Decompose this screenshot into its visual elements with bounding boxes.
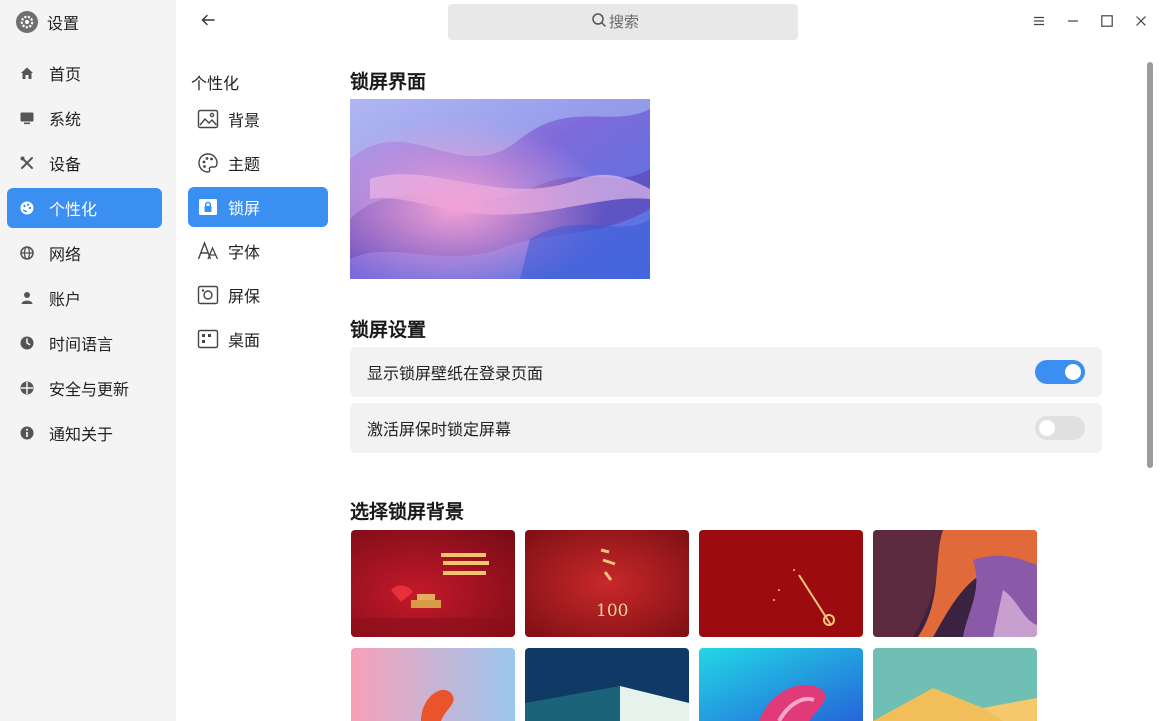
- show-wallpaper-login-toggle[interactable]: [1035, 360, 1085, 384]
- sidebar-item-label: 通知关于: [49, 425, 114, 444]
- search-input[interactable]: [609, 13, 655, 31]
- shield-icon: [19, 380, 35, 396]
- sidebar-item-label: 网络: [49, 245, 82, 264]
- sidebar-item-personalization[interactable]: 个性化: [7, 188, 162, 228]
- setting-lock-on-screensaver: 激活屏保时锁定屏幕: [350, 403, 1102, 453]
- sidebar-item-label: 账户: [49, 290, 82, 309]
- subnav-item-label: 背景: [228, 111, 261, 130]
- sidebar-item-label: 首页: [49, 65, 82, 84]
- search-box[interactable]: [448, 4, 798, 40]
- subnav-title: 个性化: [191, 74, 240, 93]
- wallpaper-thumbnail[interactable]: [351, 648, 515, 721]
- info-icon: [19, 425, 35, 441]
- wallpaper-thumbnail[interactable]: [699, 530, 863, 637]
- sidebar-item-account[interactable]: 账户: [7, 278, 162, 318]
- subnav-item-lockscreen[interactable]: 锁屏: [188, 187, 328, 227]
- wallpaper-thumbnail[interactable]: [351, 530, 515, 637]
- sidebar: 设置 首页 系统 设备 个性化 网络 账户 时间语言 安全与更新 通知关于: [0, 0, 176, 721]
- setting-label: 激活屏保时锁定屏幕: [367, 420, 512, 439]
- sidebar-item-label: 个性化: [49, 200, 98, 219]
- setting-show-wallpaper-login: 显示锁屏壁纸在登录页面: [350, 347, 1102, 397]
- sidebar-item-network[interactable]: 网络: [7, 233, 162, 273]
- toggle-knob: [1065, 364, 1081, 380]
- app-header: 设置: [16, 10, 79, 34]
- minimize-icon: [1066, 13, 1080, 32]
- wallpaper-thumbnail[interactable]: [699, 648, 863, 721]
- minimize-button[interactable]: [1063, 12, 1083, 32]
- setting-label: 显示锁屏壁纸在登录页面: [367, 364, 544, 383]
- user-icon: [19, 290, 35, 306]
- sidebar-nav: 首页 系统 设备 个性化 网络 账户 时间语言 安全与更新 通知关于: [7, 53, 162, 458]
- clock-icon: [19, 335, 35, 351]
- screensaver-icon: [197, 284, 219, 306]
- back-arrow-icon: [200, 12, 216, 32]
- svg-text:100: 100: [596, 601, 628, 621]
- sidebar-item-datetime[interactable]: 时间语言: [7, 323, 162, 363]
- preview-title: 锁屏界面: [350, 71, 427, 93]
- monitor-icon: [19, 110, 35, 126]
- settings-title: 锁屏设置: [350, 319, 427, 341]
- close-button[interactable]: [1131, 12, 1151, 32]
- subnav-item-label: 主题: [228, 155, 261, 174]
- palette-icon: [19, 200, 35, 216]
- sidebar-item-notifications[interactable]: 通知关于: [7, 413, 162, 453]
- menu-icon: [1032, 13, 1046, 32]
- subnav: 背景 主题 锁屏 字体 屏保 桌面: [188, 99, 328, 363]
- subnav-item-label: 字体: [228, 243, 261, 262]
- tools-icon: [19, 155, 35, 171]
- sidebar-item-security[interactable]: 安全与更新: [7, 368, 162, 408]
- lockscreen-preview: [350, 99, 650, 279]
- font-icon: [197, 240, 219, 262]
- maximize-button[interactable]: [1097, 12, 1117, 32]
- wallpaper-thumbnail[interactable]: 100: [525, 530, 689, 637]
- scrollbar[interactable]: [1147, 62, 1153, 468]
- sidebar-item-label: 系统: [49, 110, 82, 129]
- search-icon: [591, 12, 607, 32]
- subnav-item-font[interactable]: 字体: [188, 231, 328, 271]
- lockscreen-icon: [197, 196, 219, 218]
- subnav-item-desktop[interactable]: 桌面: [188, 319, 328, 359]
- sidebar-item-label: 安全与更新: [49, 380, 130, 399]
- subnav-item-screensaver[interactable]: 屏保: [188, 275, 328, 315]
- subnav-item-background[interactable]: 背景: [188, 99, 328, 139]
- gear-icon: [16, 11, 38, 33]
- backgrounds-title: 选择锁屏背景: [350, 501, 465, 523]
- sidebar-item-label: 设备: [49, 155, 82, 174]
- app-title: 设置: [47, 14, 80, 33]
- subnav-item-label: 锁屏: [228, 199, 261, 218]
- close-icon: [1134, 13, 1148, 32]
- menu-button[interactable]: [1029, 12, 1049, 32]
- palette-icon: [197, 152, 219, 174]
- subnav-item-label: 桌面: [228, 331, 261, 350]
- subnav-item-theme[interactable]: 主题: [188, 143, 328, 183]
- image-icon: [197, 108, 219, 130]
- toggle-knob: [1039, 420, 1055, 436]
- back-button[interactable]: [196, 10, 220, 34]
- sidebar-item-devices[interactable]: 设备: [7, 143, 162, 183]
- maximize-icon: [1100, 13, 1114, 32]
- wallpaper-thumbnail[interactable]: [525, 648, 689, 721]
- desktop-icon: [197, 328, 219, 350]
- sidebar-item-home[interactable]: 首页: [7, 53, 162, 93]
- wallpaper-thumbnail[interactable]: [873, 648, 1037, 721]
- globe-icon: [19, 245, 35, 261]
- sidebar-item-label: 时间语言: [49, 335, 114, 354]
- wallpaper-thumbnail[interactable]: [873, 530, 1037, 637]
- home-icon: [19, 65, 35, 81]
- subnav-item-label: 屏保: [228, 287, 261, 306]
- sidebar-item-system[interactable]: 系统: [7, 98, 162, 138]
- lock-on-screensaver-toggle[interactable]: [1035, 416, 1085, 440]
